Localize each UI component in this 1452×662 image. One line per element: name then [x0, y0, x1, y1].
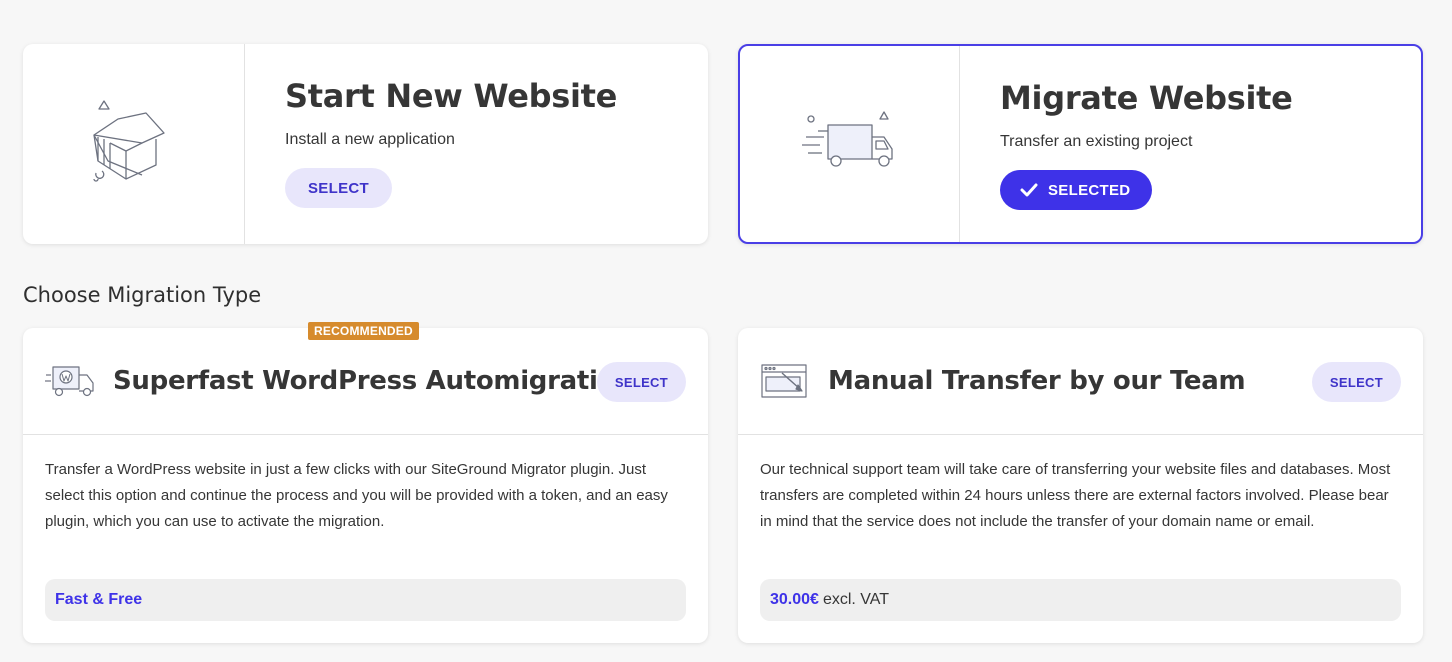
manual-transfer-header: Manual Transfer by our Team SELECT: [738, 328, 1423, 435]
manual-transfer-price-highlight: 30.00€: [770, 591, 819, 608]
manual-transfer-select-button[interactable]: SELECT: [1311, 362, 1401, 402]
house-box-icon: [92, 100, 165, 182]
manual-transfer-price-bar: 30.00€ excl. VAT: [760, 579, 1401, 621]
recommended-badge: RECOMMENDED: [308, 322, 419, 340]
automigration-select-button[interactable]: SELECT: [596, 362, 686, 402]
manual-transfer-card[interactable]: Manual Transfer by our Team SELECT Our t…: [738, 328, 1423, 643]
automigration-card[interactable]: RECOMMENDED Superfast WordPress Automigr…: [23, 322, 708, 643]
start-subtitle: Install a new application: [285, 131, 455, 148]
automigration-header: RECOMMENDED Superfast WordPress Automigr…: [23, 322, 708, 435]
start-select-button[interactable]: SELECT: [285, 168, 392, 208]
checkmark-icon: [1020, 183, 1038, 197]
delivery-truck-icon: [801, 111, 893, 167]
start-new-website-card[interactable]: Start New Website Install a new applicat…: [23, 44, 708, 244]
migrate-illustration: [740, 46, 960, 242]
migrate-subtitle: Transfer an existing project: [1000, 133, 1193, 150]
section-title: Choose Migration Type: [23, 283, 262, 307]
browser-window-icon: [761, 364, 807, 398]
automigration-price-bar: Fast & Free: [45, 579, 686, 621]
manual-transfer-price-rest: excl. VAT: [822, 591, 890, 608]
start-illustration: [23, 44, 245, 244]
migrate-selected-button[interactable]: SELECTED: [1000, 170, 1153, 210]
migrate-selected-label: SELECTED: [1048, 181, 1131, 199]
wordpress-truck-icon: [45, 366, 94, 397]
migrate-website-card[interactable]: Migrate Website Transfer an existing pro…: [738, 44, 1423, 244]
manual-transfer-title: Manual Transfer by our Team: [828, 366, 1246, 396]
automigration-description: Transfer a WordPress website in just a f…: [45, 461, 668, 530]
migrate-title: Migrate Website: [1000, 79, 1293, 117]
automigration-title: Superfast WordPress Automigration: [113, 366, 634, 396]
start-title: Start New Website: [285, 77, 618, 115]
manual-transfer-description: Our technical support team will take car…: [760, 461, 1391, 530]
automigration-price-highlight: Fast & Free: [55, 591, 143, 608]
